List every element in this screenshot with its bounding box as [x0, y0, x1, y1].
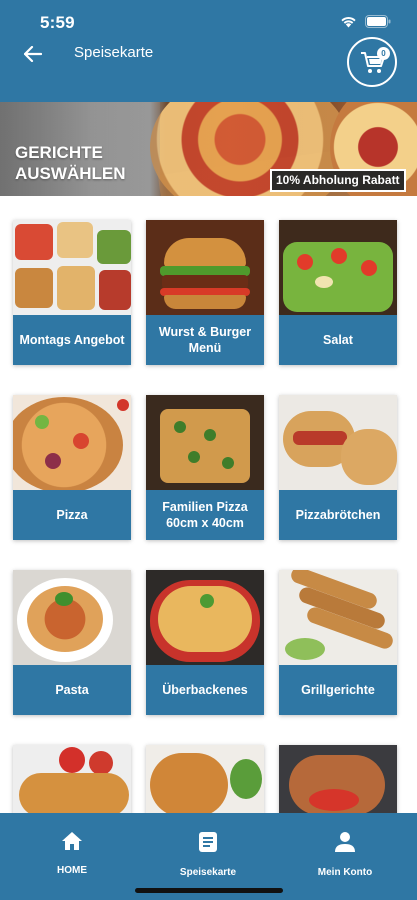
nav-item-mein-konto[interactable]: Mein Konto — [285, 831, 405, 878]
menu-card-pizzabroetchen[interactable]: Pizzabrötchen — [279, 395, 397, 540]
wifi-icon — [340, 15, 357, 28]
menu-card-salat[interactable]: Salat — [279, 220, 397, 365]
app-header: 5:59 Speisekarte 0 — [0, 0, 417, 102]
card-label: Pizza — [13, 490, 131, 540]
status-time: 5:59 — [40, 13, 75, 32]
card-label: Wurst & Burger Menü — [146, 315, 264, 365]
cart-button[interactable]: 0 — [347, 37, 397, 87]
status-icons — [340, 15, 391, 28]
menu-card-montags-angebot[interactable]: Montags Angebot — [13, 220, 131, 365]
nav-label: HOME — [57, 865, 87, 876]
arrow-left-icon — [24, 46, 42, 62]
card-image — [146, 220, 264, 315]
card-image — [279, 220, 397, 315]
page-title: Speisekarte — [74, 44, 154, 61]
card-label: Überbackenes — [146, 665, 264, 715]
bottom-navigation: HOME Speisekarte Mein Konto — [0, 813, 417, 900]
card-label: Pizzabrötchen — [279, 490, 397, 540]
cart-count-badge: 0 — [377, 47, 390, 60]
card-label: Grillgerichte — [279, 665, 397, 715]
menu-card-wurst-burger[interactable]: Wurst & Burger Menü — [146, 220, 264, 365]
menu-card-pizza[interactable]: Pizza — [13, 395, 131, 540]
card-image — [279, 570, 397, 665]
card-label: Familien Pizza 60cm x 40cm — [146, 490, 264, 540]
nav-item-home[interactable]: HOME — [12, 831, 132, 876]
card-image — [146, 395, 264, 490]
menu-document-icon — [199, 832, 217, 852]
card-image — [13, 570, 131, 665]
nav-label: Speisekarte — [179, 867, 237, 878]
card-image — [279, 395, 397, 490]
card-image — [13, 395, 131, 490]
card-image — [146, 570, 264, 665]
back-button[interactable] — [20, 42, 46, 66]
menu-card-grillgerichte[interactable]: Grillgerichte — [279, 570, 397, 715]
promo-badge: 10% Abholung Rabatt — [270, 169, 406, 192]
menu-card-familien-pizza[interactable]: Familien Pizza 60cm x 40cm — [146, 395, 264, 540]
account-icon — [335, 832, 355, 852]
hero-heading: GERICHTE AUSWÄHLEN — [15, 143, 126, 183]
menu-card-pasta[interactable]: Pasta — [13, 570, 131, 715]
home-icon — [62, 832, 82, 850]
nav-label: Mein Konto — [317, 867, 373, 878]
card-label: Montags Angebot — [13, 315, 131, 365]
card-label: Salat — [279, 315, 397, 365]
status-bar: 5:59 — [0, 0, 417, 44]
battery-icon — [365, 15, 391, 28]
card-image — [13, 220, 131, 315]
home-indicator — [135, 888, 283, 893]
nav-item-speisekarte[interactable]: Speisekarte — [148, 831, 268, 878]
menu-card-ueberbackenes[interactable]: Überbackenes — [146, 570, 264, 715]
card-label: Pasta — [13, 665, 131, 715]
